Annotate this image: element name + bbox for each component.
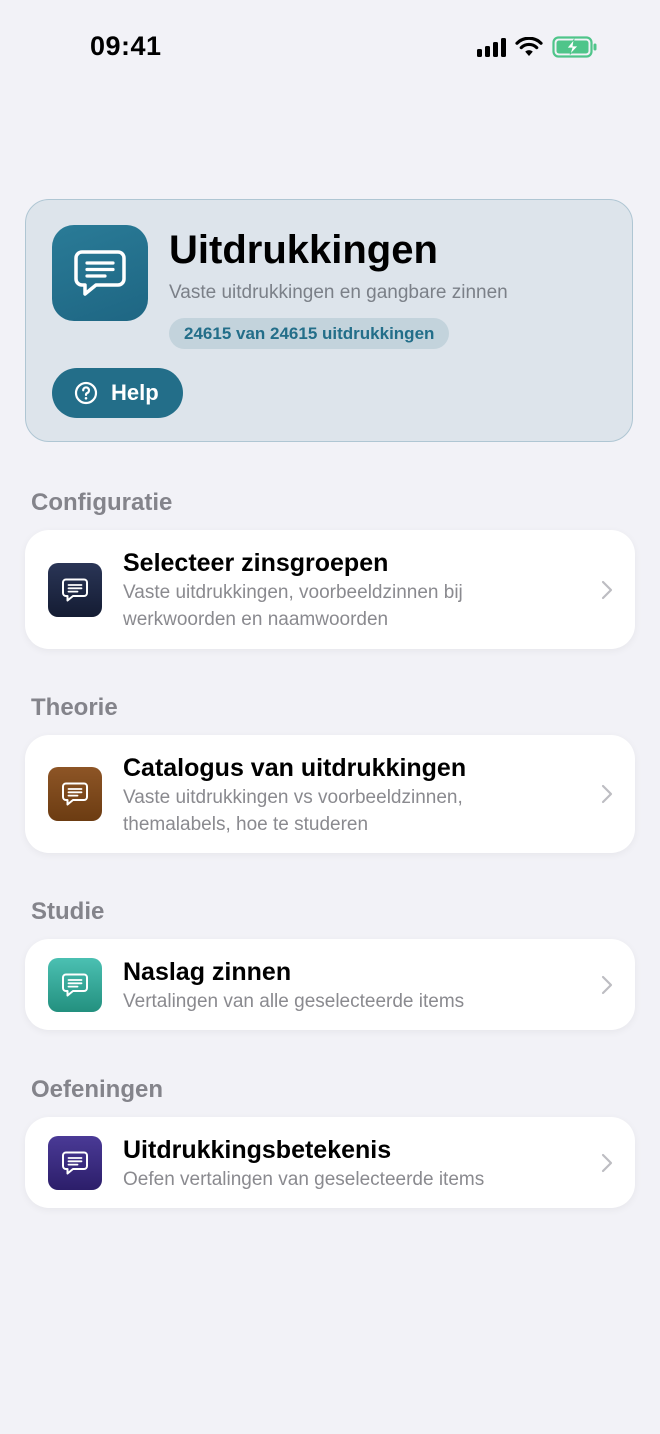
help-button[interactable]: Help [52, 368, 183, 418]
count-badge: 24615 van 24615 uitdrukkingen [169, 318, 450, 349]
chat-bubble-icon [48, 958, 102, 1012]
row-title: Selecteer zinsgroepen [123, 549, 389, 577]
row-subtitle: Vaste uitdrukkingen vs voorbeeldzinnen, … [123, 787, 463, 835]
header-card: Uitdrukkingen Vaste uitdrukkingen en gan… [25, 199, 633, 442]
section-title-oefeningen: Oefeningen [31, 1076, 164, 1103]
row-title: Naslag zinnen [123, 958, 292, 986]
question-circle-icon [74, 381, 98, 405]
row-subtitle: Vertalingen van alle geselecteerde items [123, 991, 465, 1012]
chat-bubble-icon [48, 1136, 102, 1190]
screen: 09:41 Uitdrukkingen Vaste uitdrukkingen … [0, 0, 660, 1434]
page-title: Uitdrukkingen [169, 228, 438, 272]
row-title: Catalogus van uitdrukkingen [123, 754, 467, 782]
section-title-studie: Studie [31, 898, 105, 925]
status-bar: 09:41 [0, 0, 660, 96]
battery-charging-icon [552, 36, 597, 58]
chat-bubble-icon [52, 225, 148, 321]
page-subtitle: Vaste uitdrukkingen en gangbare zinnen [169, 282, 508, 303]
chevron-right-icon [601, 580, 613, 600]
row-subtitle: Vaste uitdrukkingen, voorbeeldzinnen bij… [123, 582, 463, 630]
status-time: 09:41 [90, 31, 162, 61]
wifi-icon [515, 37, 543, 56]
chat-bubble-icon [48, 563, 102, 617]
row-title: Uitdrukkingsbetekenis [123, 1136, 392, 1164]
help-button-label: Help [111, 380, 159, 405]
chevron-right-icon [601, 975, 613, 995]
row-naslag-zinnen[interactable]: Naslag zinnen Vertalingen van alle gesel… [25, 939, 635, 1030]
cellular-signal-icon [477, 37, 506, 57]
status-icons [477, 36, 598, 58]
chevron-right-icon [601, 1153, 613, 1173]
row-selecteer-zinsgroepen[interactable]: Selecteer zinsgroepen Vaste uitdrukkinge… [25, 530, 635, 649]
chat-bubble-icon [48, 767, 102, 821]
section-title-theorie: Theorie [31, 694, 118, 721]
row-uitdrukkingsbetekenis[interactable]: Uitdrukkingsbetekenis Oefen vertalingen … [25, 1117, 635, 1208]
section-title-configuratie: Configuratie [31, 489, 173, 516]
row-subtitle: Oefen vertalingen van geselecteerde item… [123, 1169, 485, 1190]
chevron-right-icon [601, 784, 613, 804]
row-catalogus-van-uitdrukkingen[interactable]: Catalogus van uitdrukkingen Vaste uitdru… [25, 735, 635, 853]
